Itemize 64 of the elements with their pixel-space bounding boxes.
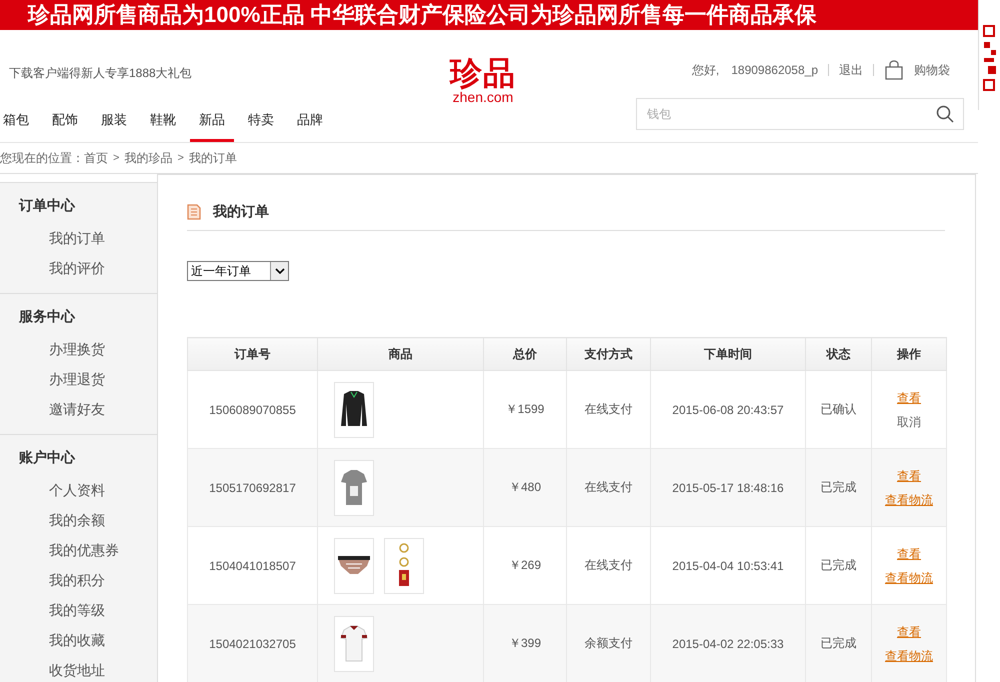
action-link[interactable]: 查看	[897, 546, 921, 560]
search-field[interactable]: 钱包	[636, 98, 964, 130]
sidebar-item[interactable]: 我的评价	[0, 253, 157, 283]
document-icon	[187, 204, 201, 220]
column-header: 总价	[484, 338, 566, 370]
sidebar-item[interactable]: 我的优惠券	[0, 535, 157, 565]
table-cell: 1505170692817	[188, 448, 318, 526]
action-link[interactable]: 查看物流	[885, 570, 933, 584]
username[interactable]: 18909862058_p	[731, 63, 818, 77]
nav-item[interactable]: 配饰	[49, 105, 81, 142]
breadcrumb-link[interactable]: 首页	[84, 150, 108, 166]
sidebar-heading: 账户中心	[18, 449, 76, 467]
table-cell: 2015-05-17 18:48:16	[650, 448, 806, 526]
promo-link[interactable]: 下载客户端得新人专享1888大礼包	[0, 64, 192, 82]
sidebar-item[interactable]: 我的收藏	[0, 625, 157, 655]
nav-item[interactable]: 服装	[98, 105, 130, 142]
nav-item[interactable]: 特卖	[245, 105, 277, 142]
nav-item[interactable]: 新品	[190, 105, 234, 142]
shopping-bag-icon[interactable]	[884, 60, 904, 80]
table-cell: 1504021032705	[188, 604, 318, 682]
logout-link[interactable]: 退出	[839, 62, 863, 78]
chevron-down-icon[interactable]	[274, 268, 284, 274]
cancel-link[interactable]: 取消	[897, 414, 921, 428]
column-header: 支付方式	[566, 338, 650, 370]
table-cell: 2015-04-02 22:05:33	[650, 604, 806, 682]
breadcrumb-label: 您现在的位置：	[0, 150, 84, 166]
cart-link[interactable]: 购物袋	[914, 62, 950, 78]
column-header: 商品	[318, 338, 484, 370]
table-cell: 余额支付	[566, 604, 650, 682]
sidebar-item[interactable]: 邀请好友	[0, 394, 157, 424]
logo-name[interactable]: 珍品	[450, 56, 516, 90]
nav-item[interactable]: 鞋靴	[147, 105, 179, 142]
sidebar-item[interactable]: 收货地址	[0, 655, 157, 682]
banner-text: 珍品网所售商品为100%正品 中华联合财产保险公司为珍品网所售每一件商品承保	[26, 2, 816, 28]
table-cell: 在线支付	[566, 448, 650, 526]
sidebar-item[interactable]: 我的等级	[0, 595, 157, 625]
breadcrumb-link[interactable]: 我的珍品	[124, 150, 172, 166]
sidebar-item[interactable]: 个人资料	[0, 475, 157, 505]
table-cell: ￥480	[484, 448, 566, 526]
nav-item[interactable]: 品牌	[294, 105, 326, 142]
breadcrumb-separator: >	[177, 152, 184, 164]
sidebar-item[interactable]: 办理退货	[0, 364, 157, 394]
breadcrumb-separator: >	[113, 152, 120, 164]
sidebar-item[interactable]: 我的余额	[0, 505, 157, 535]
table-cell: 已完成	[806, 604, 872, 682]
breadcrumb-link[interactable]: 我的订单	[188, 150, 237, 166]
sidebar-item[interactable]: 办理换货	[0, 334, 157, 364]
logo-domain[interactable]: zhen.com	[452, 90, 514, 104]
action-link[interactable]: 查看	[897, 390, 921, 404]
column-header: 状态	[806, 338, 872, 370]
table-cell: 已完成	[806, 448, 872, 526]
table-cell: ￥399	[484, 604, 566, 682]
sidebar-item[interactable]: 我的订单	[0, 223, 157, 253]
search-icon[interactable]	[936, 105, 954, 123]
nav-item[interactable]: 箱包	[0, 105, 32, 142]
sidebar-item[interactable]: 我的积分	[0, 565, 157, 595]
column-header: 操作	[872, 338, 946, 370]
greeting: 您好,	[692, 62, 720, 78]
sidebar-heading: 订单中心	[18, 197, 76, 215]
column-header: 订单号	[188, 338, 318, 370]
period-dropdown[interactable]: 近一年订单	[187, 261, 289, 281]
column-header: 下单时间	[650, 338, 806, 370]
sidebar-heading: 服务中心	[18, 308, 76, 326]
section-title: 我的订单	[213, 203, 269, 221]
